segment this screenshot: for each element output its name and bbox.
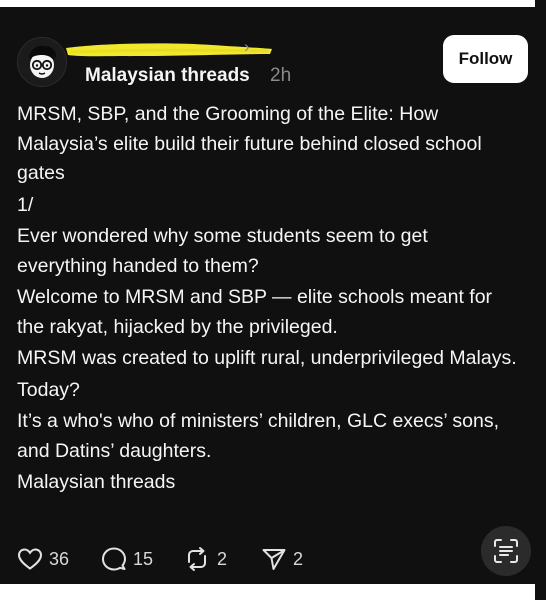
send-icon: [262, 549, 286, 570]
follow-button[interactable]: Follow: [443, 35, 528, 83]
like-button[interactable]: 36: [17, 542, 69, 576]
repost-button[interactable]: 2: [183, 542, 227, 576]
post-paragraph: MRSM, SBP, and the Grooming of the Elite…: [17, 103, 482, 184]
heart-icon: [17, 548, 43, 570]
like-count: 36: [49, 548, 70, 569]
repost-count: 2: [217, 548, 228, 569]
speech-bubble-icon: [102, 547, 126, 571]
right-edge: [535, 0, 546, 600]
cartoon-face-with-glasses-icon: [18, 38, 66, 86]
post-paragraph: Welcome to MRSM and SBP — elite schools …: [17, 286, 493, 338]
screenshot-frame: › Malaysian threads 2h Follow MRSM, SBP,…: [0, 0, 546, 600]
post-time: 2h: [270, 65, 292, 86]
post-body: MRSM, SBP, and the Grooming of the Elite…: [17, 100, 517, 500]
post-paragraph: It’s a who's who of ministers’ children,…: [17, 410, 500, 462]
repost-arrows-icon: [188, 547, 206, 571]
text-scan-button[interactable]: [481, 526, 531, 576]
share-count: 2: [293, 548, 304, 569]
post-paragraph: 1/: [17, 193, 34, 216]
reply-count: 15: [133, 548, 154, 569]
community-name[interactable]: Malaysian threads: [85, 64, 250, 88]
post-paragraph: Ever wondered why some students seem to …: [17, 225, 428, 277]
post-paragraph: MRSM was created to uplift rural, underp…: [17, 347, 517, 369]
text-scan-icon: [494, 539, 518, 563]
post-paragraph: Malaysian threads: [17, 471, 176, 493]
avatar[interactable]: [17, 37, 67, 87]
post-paragraph: Today?: [17, 378, 80, 401]
thread-post: › Malaysian threads 2h Follow MRSM, SBP,…: [0, 7, 535, 584]
reply-button[interactable]: 15: [101, 542, 153, 576]
share-button[interactable]: 2: [261, 542, 303, 576]
chevron-right-icon: ›: [244, 37, 250, 56]
